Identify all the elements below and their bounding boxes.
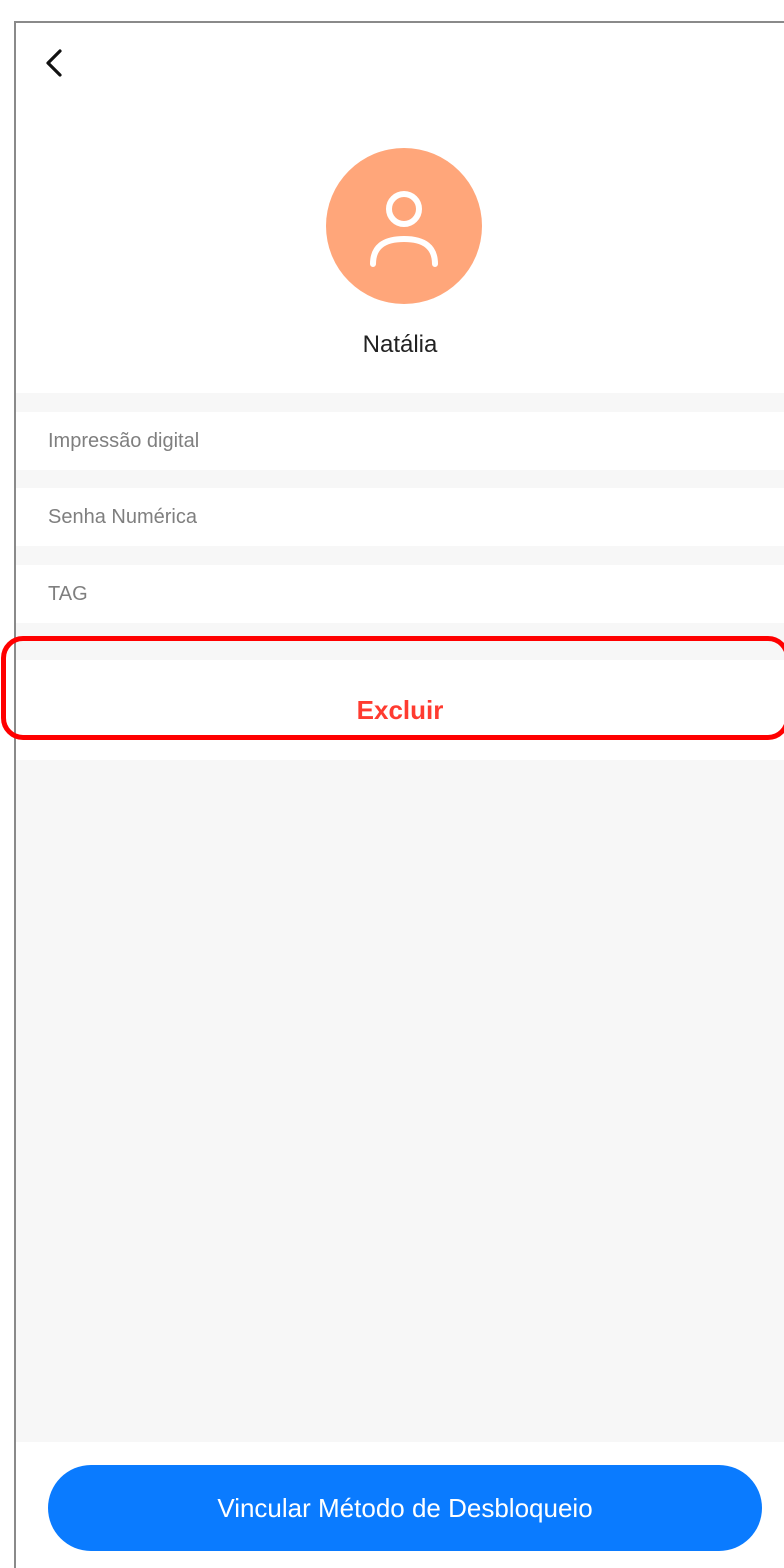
method-label: Senha Numérica (48, 505, 197, 528)
profile-header: Natália (16, 23, 784, 393)
method-row-tag[interactable]: TAG (16, 565, 784, 623)
link-unlock-method-label: Vincular Método de Desbloqueio (217, 1492, 593, 1523)
method-label: TAG (48, 582, 88, 605)
link-unlock-method-button[interactable]: Vincular Método de Desbloqueio (48, 1465, 762, 1551)
app-screen: Natália Impressão digital Senha Numérica… (14, 21, 784, 1568)
avatar (326, 148, 482, 304)
user-name: Natália (362, 331, 438, 358)
delete-button[interactable]: Excluir (16, 660, 784, 760)
method-row-fingerprint[interactable]: Impressão digital (16, 412, 784, 470)
method-label: Impressão digital (48, 429, 200, 452)
user-icon (370, 191, 438, 267)
delete-label: Excluir (356, 694, 444, 725)
back-button[interactable] (36, 43, 76, 83)
bottom-bar: Vincular Método de Desbloqueio (16, 1442, 784, 1568)
chevron-left-icon (46, 49, 62, 77)
method-row-pin[interactable]: Senha Numérica (16, 488, 784, 546)
